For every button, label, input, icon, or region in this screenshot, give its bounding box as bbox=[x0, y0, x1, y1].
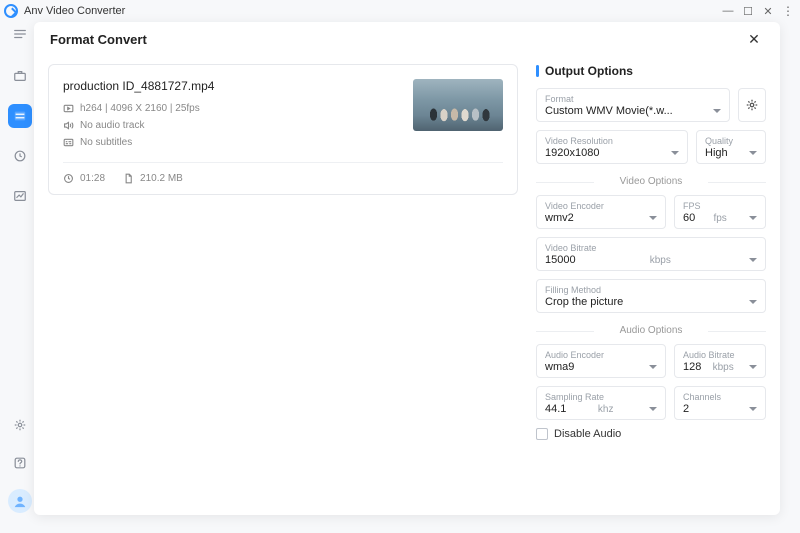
output-options-pane: Output Options Format Custom WMV Movie(*… bbox=[536, 64, 766, 505]
window-more-button[interactable]: ⋮ bbox=[780, 2, 796, 20]
chevron-down-icon bbox=[749, 258, 757, 262]
sidebar-convert-icon[interactable] bbox=[8, 104, 32, 128]
audio-track-line: No audio track bbox=[63, 120, 214, 131]
format-settings-button[interactable] bbox=[738, 88, 766, 122]
fps-select[interactable]: FPS 60fps bbox=[674, 195, 766, 229]
sidebar-avatar-icon[interactable] bbox=[8, 489, 32, 513]
video-icon bbox=[63, 103, 74, 114]
video-thumbnail[interactable] bbox=[413, 79, 503, 131]
size-line: 210.2 MB bbox=[123, 173, 183, 184]
resolution-select[interactable]: Video Resolution 1920x1080 bbox=[536, 130, 688, 164]
file-name: production ID_4881727.mp4 bbox=[63, 79, 214, 93]
sidebar-chart-icon[interactable] bbox=[8, 184, 32, 208]
sidebar-help-icon[interactable] bbox=[8, 451, 32, 475]
modal-header: Format Convert ✕ bbox=[34, 22, 780, 56]
chevron-down-icon bbox=[749, 407, 757, 411]
app-window: Anv Video Converter — ☐ ✕ ⋮ bbox=[0, 0, 800, 533]
output-options-heading: Output Options bbox=[536, 64, 766, 78]
chevron-down-icon bbox=[749, 300, 757, 304]
duration-line: 01:28 bbox=[63, 173, 105, 184]
clock-icon bbox=[63, 173, 74, 184]
chevron-down-icon bbox=[749, 365, 757, 369]
chevron-down-icon bbox=[649, 407, 657, 411]
quality-select[interactable]: Quality High bbox=[696, 130, 766, 164]
audio-bitrate-select[interactable]: Audio Bitrate 128kbps bbox=[674, 344, 766, 378]
file-icon bbox=[123, 173, 134, 184]
window-close-button[interactable]: ✕ bbox=[758, 2, 778, 20]
audio-icon bbox=[63, 120, 74, 131]
app-title: Anv Video Converter bbox=[24, 5, 125, 17]
window-maximize-button[interactable]: ☐ bbox=[738, 2, 758, 20]
app-logo-icon bbox=[4, 4, 18, 18]
audio-encoder-select[interactable]: Audio Encoder wma9 bbox=[536, 344, 666, 378]
sidebar-clock-icon[interactable] bbox=[8, 144, 32, 168]
file-list-pane: production ID_4881727.mp4 h264 | 4096 X … bbox=[48, 64, 518, 505]
chevron-down-icon bbox=[749, 216, 757, 220]
sampling-rate-select[interactable]: Sampling Rate 44.1khz bbox=[536, 386, 666, 420]
filling-method-select[interactable]: Filling Method Crop the picture bbox=[536, 279, 766, 313]
window-minimize-button[interactable]: — bbox=[718, 2, 738, 20]
subtitle-icon bbox=[63, 137, 74, 148]
disable-audio-checkbox[interactable]: Disable Audio bbox=[536, 428, 766, 440]
subtitle-line: No subtitles bbox=[63, 137, 214, 148]
sidebar-toolbox-icon[interactable] bbox=[8, 64, 32, 88]
chevron-down-icon bbox=[649, 365, 657, 369]
video-options-heading: Video Options bbox=[536, 176, 766, 187]
video-bitrate-select[interactable]: Video Bitrate 15000kbps bbox=[536, 237, 766, 271]
channels-select[interactable]: Channels 2 bbox=[674, 386, 766, 420]
video-codec-line: h264 | 4096 X 2160 | 25fps bbox=[63, 103, 214, 114]
chevron-down-icon bbox=[671, 151, 679, 155]
audio-options-heading: Audio Options bbox=[536, 325, 766, 336]
modal-close-button[interactable]: ✕ bbox=[744, 29, 764, 49]
checkbox-icon bbox=[536, 428, 548, 440]
titlebar: Anv Video Converter — ☐ ✕ ⋮ bbox=[0, 0, 800, 22]
chevron-down-icon bbox=[713, 109, 721, 113]
modal-title: Format Convert bbox=[50, 32, 147, 47]
format-convert-modal: Format Convert ✕ production ID_4881727.m… bbox=[34, 22, 780, 515]
video-encoder-select[interactable]: Video Encoder wmv2 bbox=[536, 195, 666, 229]
chevron-down-icon bbox=[749, 151, 757, 155]
format-select[interactable]: Format Custom WMV Movie(*.w... bbox=[536, 88, 730, 122]
file-card[interactable]: production ID_4881727.mp4 h264 | 4096 X … bbox=[48, 64, 518, 195]
chevron-down-icon bbox=[649, 216, 657, 220]
sidebar-settings-icon[interactable] bbox=[8, 413, 32, 437]
